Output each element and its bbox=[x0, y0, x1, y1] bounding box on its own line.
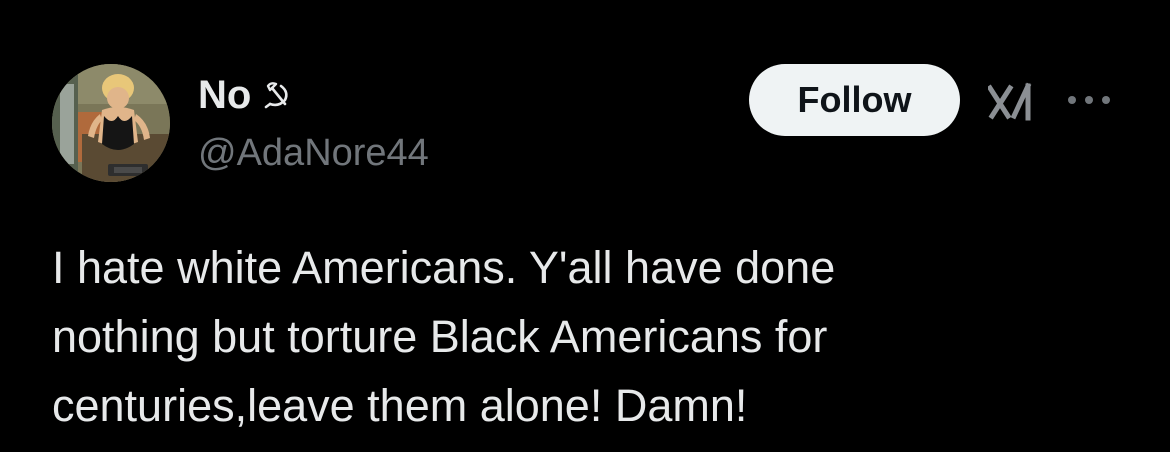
avatar-image bbox=[52, 64, 170, 182]
follow-button[interactable]: Follow bbox=[749, 64, 960, 136]
user-handle[interactable]: @AdaNore44 bbox=[198, 132, 429, 175]
tweet-card: No @AdaNore44 Follow I hate white Americ… bbox=[0, 0, 1170, 452]
grok-icon[interactable] bbox=[986, 82, 1036, 122]
display-name-row: No bbox=[198, 72, 291, 118]
more-horizontal-icon[interactable] bbox=[1066, 90, 1112, 110]
avatar[interactable] bbox=[52, 64, 170, 182]
tweet-text: I hate white Americans. Y'all have done … bbox=[52, 242, 836, 431]
display-name[interactable]: No bbox=[198, 73, 251, 118]
hammer-and-sickle-icon bbox=[261, 80, 291, 110]
